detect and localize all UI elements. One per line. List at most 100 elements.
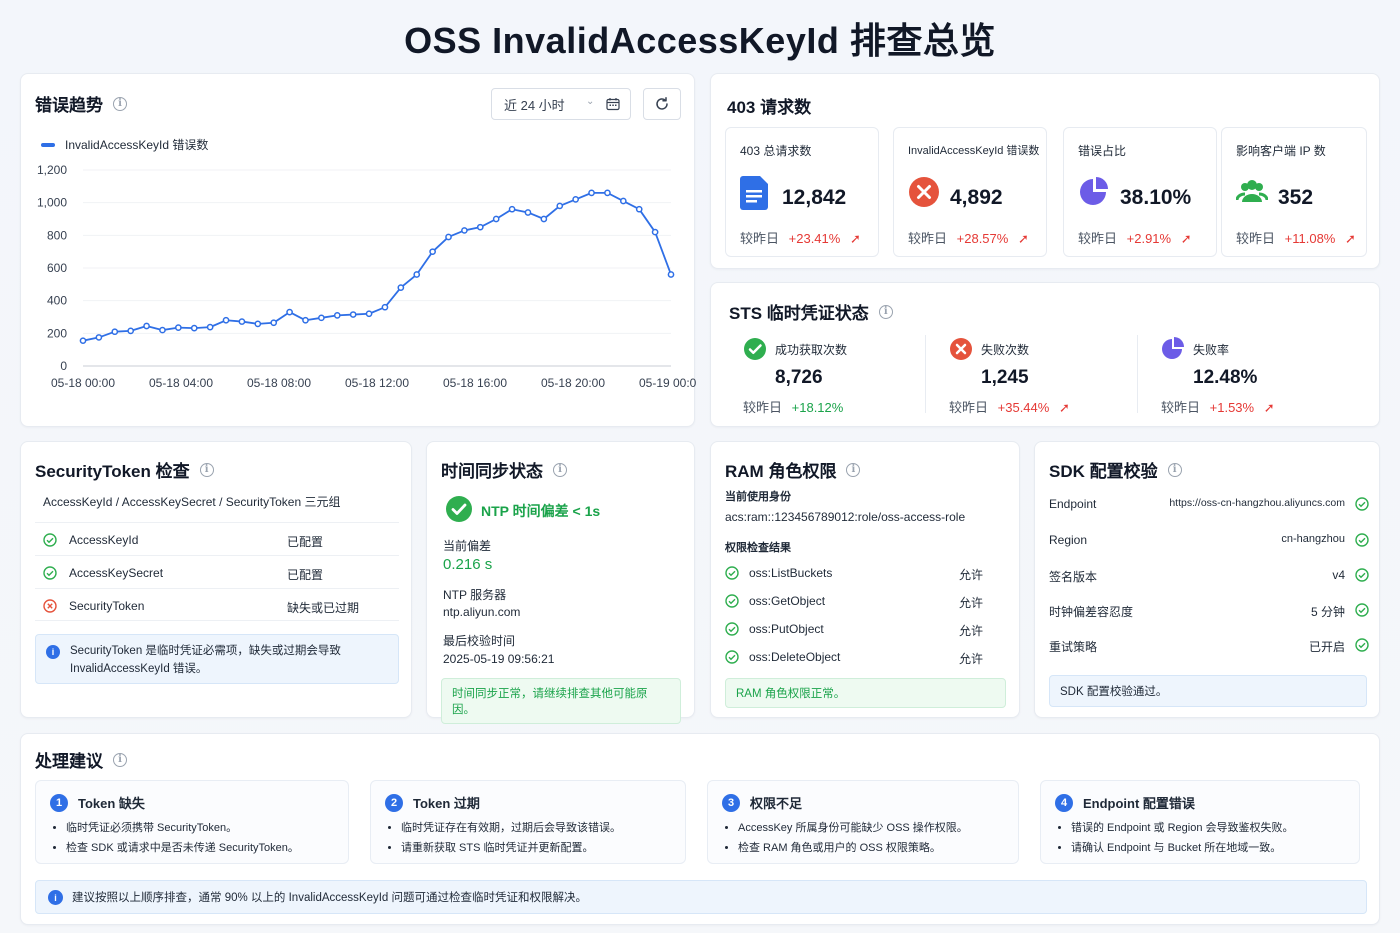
sdk-row-retry: 重试策略 已开启 [1049, 634, 1369, 658]
data-point [651, 228, 659, 236]
info-icon[interactable]: i [113, 96, 127, 111]
pie-icon [1162, 337, 1184, 359]
compare-label: 较昨日 [1236, 231, 1276, 246]
check-circle-icon [725, 566, 739, 580]
stat-value: 38.10% [1120, 186, 1192, 209]
info-icon[interactable]: i [846, 462, 861, 477]
time-sync-card: 时间同步状态 i NTP 时间偏差 < 1s 当前偏差 0.216 s NTP … [426, 441, 695, 724]
note-line: InvalidAccessKeyId 错误。 [70, 663, 208, 675]
token-row-accesskeyid: AccessKeyId 已配置 [35, 522, 399, 555]
result-label: 权限检查结果 [725, 542, 791, 554]
perm-name: oss:DeleteObject [749, 650, 841, 664]
trend-title: 错误趋势 [35, 96, 103, 115]
data-point [635, 205, 643, 213]
timesync-title: 时间同步状态 [441, 462, 543, 481]
sts-value: 12.48% [1193, 367, 1258, 388]
data-point [286, 308, 293, 316]
advice-item-1: 1 Token 缺失 临时凭证必须携带 SecurityToken。检查 SDK … [35, 780, 349, 864]
perm-status: 允许 [959, 568, 984, 582]
security-token-card: SecurityToken 检查 i AccessKeyId / AccessK… [20, 441, 412, 718]
sdk-field-name: 签名版本 [1049, 570, 1098, 584]
page-title: OSS InvalidAccessKeyId 排查总览 [404, 20, 996, 61]
sdk-title: SDK 配置校验 [1049, 462, 1158, 481]
divider [925, 335, 926, 413]
sdk-field-value: 已开启 [1308, 640, 1345, 654]
token-field-status: 已配置 [287, 535, 324, 549]
check-circle-icon [725, 594, 739, 608]
data-point [588, 189, 595, 197]
sdk-row-endpoint: Endpoint https://oss-cn-hangzhou.aliyunc… [1049, 493, 1369, 517]
stat-affected-ips: 影响客户端 IP 数 352 较昨日 +11.08% ➚ [1221, 127, 1367, 257]
y-tick-label: 1,200 [37, 163, 67, 177]
stat-total-403: 403 总请求数 12,842 较昨日 +23.41% ➚ [725, 127, 879, 257]
sdk-note: SDK 配置校验通过。 [1049, 675, 1367, 707]
token-title: SecurityToken 检查 [35, 462, 190, 481]
users-icon [1236, 180, 1268, 202]
stat-label: InvalidAccessKeyId 错误数 [908, 145, 1040, 157]
refresh-button[interactable] [643, 88, 681, 120]
time-range-select[interactable]: 近 24 小时 ⌄ [491, 88, 631, 120]
y-tick-label: 1,000 [37, 196, 67, 210]
check-circle-icon [725, 650, 739, 664]
step-number: 4 [1055, 793, 1073, 812]
y-tick-label: 800 [47, 228, 67, 242]
sdk-row-clock-skew: 时钟偏差容忍度 5 分钟 [1049, 599, 1369, 623]
info-icon[interactable]: i [113, 752, 127, 767]
divider [1137, 335, 1138, 413]
data-point [349, 311, 357, 318]
legend-swatch [41, 142, 55, 147]
info-icon[interactable]: i [553, 462, 567, 477]
identity-label: 当前使用身份 [725, 491, 791, 503]
trend-up-icon: ➚ [1058, 400, 1070, 415]
token-subtitle: AccessKeyId / AccessKeySecret / Security… [43, 495, 341, 509]
compare-value: +2.91% [1126, 231, 1172, 246]
trend-up-icon: ➚ [849, 231, 861, 246]
advice-point: 临时凭证存在有效期，过期后会导致该错误。 [401, 818, 621, 838]
advice-title: 处理建议 [35, 752, 103, 771]
legend-label: InvalidAccessKeyId 错误数 [65, 138, 209, 152]
info-icon[interactable]: i [1167, 462, 1182, 477]
sdk-field-value: v4 [1332, 568, 1345, 582]
check-circle-icon [1355, 568, 1369, 582]
step-number: 3 [722, 793, 740, 812]
info-icon[interactable]: i [199, 462, 214, 477]
perm-row: oss:ListBuckets 允许 [725, 563, 995, 583]
advice-item-title: Token 缺失 [78, 796, 145, 811]
sts-failure-rate: 失败率 12.48% 较昨日 +1.53% ➚ [1161, 335, 1361, 425]
data-point [302, 316, 309, 324]
stat-compare: 较昨日 +11.08% ➚ [1236, 228, 1356, 247]
sdk-row-signature: 签名版本 v4 [1049, 564, 1369, 588]
x-tick-label: 05-18 08:00 [247, 376, 311, 390]
trend-up-icon: ➚ [1180, 231, 1192, 246]
data-point [238, 318, 246, 325]
sdk-field-name: 时钟偏差容忍度 [1049, 605, 1134, 619]
stat-value: 4,892 [950, 186, 1003, 209]
trend-up-icon: ➚ [1017, 231, 1029, 246]
ram-permission-card: RAM 角色权限 i 当前使用身份 acs:ram::123456789012:… [710, 441, 1020, 718]
check-circle-icon [446, 496, 472, 522]
chevron-down-icon: ⌄ [586, 96, 595, 107]
document-icon [740, 176, 768, 210]
sdk-row-region: Region cn-hangzhou [1049, 529, 1369, 553]
advice-point: 检查 RAM 角色或用户的 OSS 权限策略。 [738, 838, 968, 858]
info-icon[interactable]: i [878, 304, 893, 319]
token-note: i SecurityToken 是临时凭证必需项，缺失或过期会导致 Invali… [35, 634, 399, 684]
check-circle-icon [1355, 603, 1369, 617]
stat-label: 影响客户端 IP 数 [1236, 144, 1326, 158]
data-point [159, 326, 166, 334]
compare-value: +1.53% [1209, 400, 1255, 415]
time-range-value: 近 24 小时 [504, 97, 565, 113]
sts-label: 成功获取次数 [775, 343, 848, 357]
last-check-label: 最后校验时间 [443, 634, 516, 648]
sdk-field-name: Endpoint [1049, 497, 1097, 511]
error-icon [950, 338, 972, 360]
x-tick-label: 05-19 00:00 [639, 376, 696, 390]
x-tick-label: 05-18 12:00 [345, 376, 409, 390]
offset-label: 当前偏差 [443, 539, 492, 553]
x-tick-label: 05-18 04:00 [149, 376, 213, 390]
data-point [143, 322, 150, 330]
sts-label: 失败次数 [981, 343, 1030, 357]
data-point [461, 227, 468, 234]
compare-label: 较昨日 [1078, 231, 1118, 246]
calendar-icon [606, 98, 620, 111]
